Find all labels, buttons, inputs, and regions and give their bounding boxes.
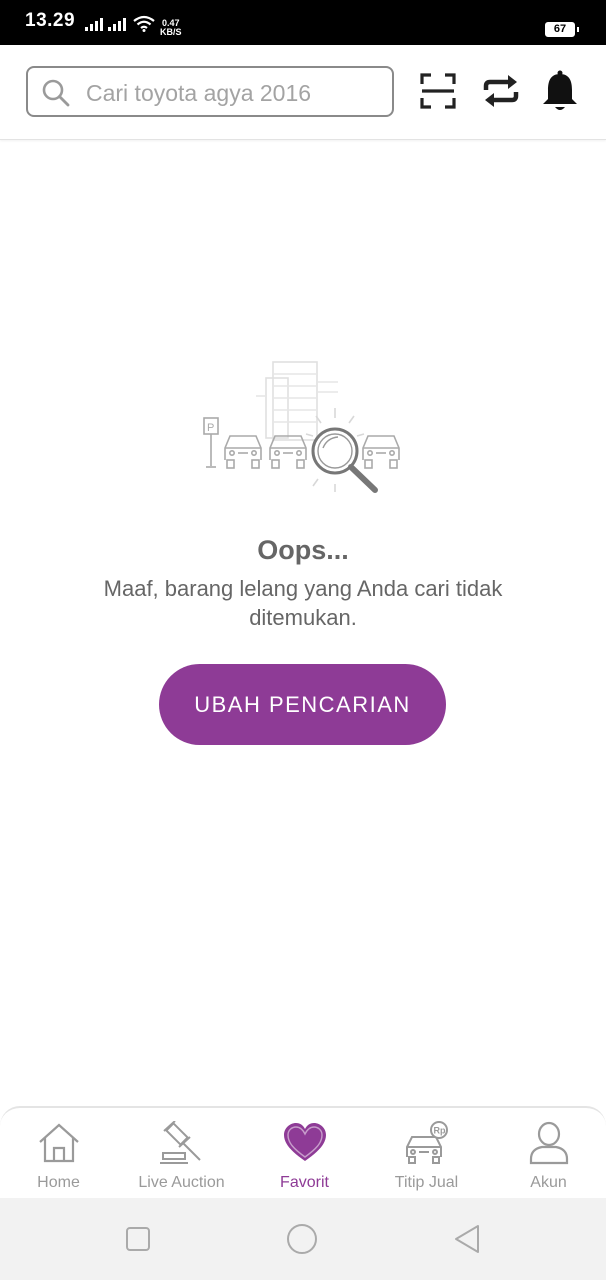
battery-icon: 67 xyxy=(545,22,575,37)
nav-label-akun: Akun xyxy=(530,1174,567,1191)
nav-item-home[interactable]: Home xyxy=(0,1108,119,1200)
svg-text:Rp: Rp xyxy=(433,1126,445,1136)
nav-item-titip-jual[interactable]: Rp Titip Jual xyxy=(366,1108,487,1200)
nav-label-favorit: Favorit xyxy=(280,1174,329,1191)
nav-label-titip-jual: Titip Jual xyxy=(394,1174,459,1191)
nav-label-home: Home xyxy=(37,1174,80,1191)
speed-unit: KB/S xyxy=(160,27,182,37)
search-icon xyxy=(42,79,70,107)
circle-icon xyxy=(287,1224,317,1254)
battery-level: 67 xyxy=(553,23,567,35)
search-bar[interactable] xyxy=(26,66,394,117)
back-triangle-icon xyxy=(455,1225,479,1253)
back-button[interactable] xyxy=(450,1222,484,1256)
square-icon xyxy=(126,1227,150,1251)
nav-item-live-auction[interactable]: Live Auction xyxy=(121,1108,242,1200)
empty-state-title: Oops... xyxy=(257,535,349,565)
gavel-icon xyxy=(159,1121,201,1164)
status-time: 13.29 xyxy=(25,10,76,31)
scan-icon xyxy=(420,73,456,109)
svg-text:P: P xyxy=(207,422,214,434)
bell-icon xyxy=(543,70,577,110)
nav-label-live-auction: Live Auction xyxy=(138,1174,225,1191)
nav-item-favorit[interactable]: Favorit xyxy=(244,1108,365,1200)
user-icon xyxy=(529,1121,568,1165)
notification-button[interactable] xyxy=(540,70,580,111)
signal-icon xyxy=(85,18,103,31)
car-sell-icon: Rp xyxy=(405,1121,448,1164)
no-result-illustration: P xyxy=(203,361,400,493)
wifi-icon xyxy=(133,15,155,32)
swap-button[interactable] xyxy=(481,71,521,111)
scan-button[interactable] xyxy=(418,71,458,111)
home-icon xyxy=(38,1123,79,1163)
nav-item-akun[interactable]: Akun xyxy=(488,1108,606,1200)
system-navigation-bar xyxy=(0,1198,606,1280)
signal-icon-2 xyxy=(108,18,126,31)
status-bar: 13.29 0.47 KB/S 67 xyxy=(0,0,606,45)
home-system-button[interactable] xyxy=(285,1222,319,1256)
heart-icon xyxy=(283,1123,326,1161)
recent-apps-button[interactable] xyxy=(121,1222,155,1256)
search-input[interactable] xyxy=(84,76,388,110)
bottom-navigation: Home Live Auction Favorit Rp Titip Jual … xyxy=(0,1106,606,1198)
app-header xyxy=(0,45,606,140)
battery-tip xyxy=(577,27,579,32)
empty-state-message: Maaf, barang lelang yang Anda cari tidak… xyxy=(103,576,503,630)
network-speed: 0.47 KB/S xyxy=(160,19,182,37)
swap-icon xyxy=(483,75,519,107)
change-search-button[interactable]: UBAH PENCARIAN xyxy=(159,664,446,745)
